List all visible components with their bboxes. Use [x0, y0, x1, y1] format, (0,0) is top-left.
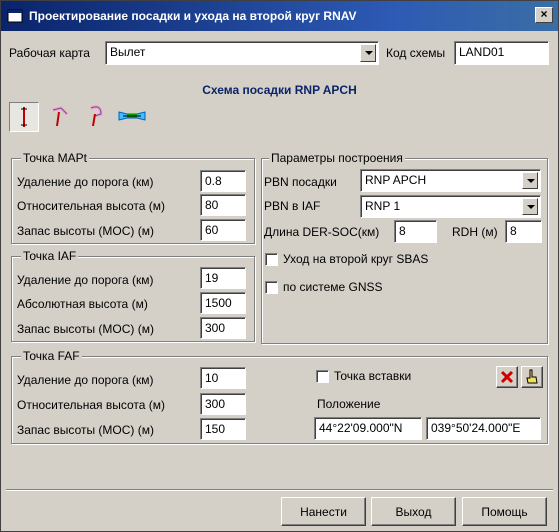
insert-point-checkbox[interactable]	[316, 370, 329, 383]
turn-approach-icon	[90, 105, 103, 127]
turn-approach-button[interactable]	[81, 102, 111, 132]
title-bar: Проектирование посадки и ухода на второй…	[1, 1, 558, 31]
window-title: Проектирование посадки и ухода на второй…	[29, 9, 357, 23]
scheme-title: Схема посадки RNP APCH	[202, 83, 357, 97]
missed-approach-icon	[118, 111, 146, 121]
exit-button-label: Выход	[395, 505, 432, 519]
mapt-rel-height-input[interactable]: 80	[200, 194, 246, 216]
missed-approach-button[interactable]	[117, 102, 147, 132]
rdh-label: RDH (м)	[452, 225, 498, 239]
pbn-iaf-select[interactable]: RNP 1	[360, 195, 541, 218]
scheme-code-label: Код схемы	[386, 46, 446, 60]
faf-moc-label: Запас высоты (МОС) (м)	[17, 423, 154, 437]
apply-button[interactable]: Нанести	[281, 497, 366, 526]
straight-approach-icon	[21, 107, 27, 127]
iaf-group-title: Точка IAF	[21, 249, 79, 263]
curved-approach-button[interactable]	[45, 102, 75, 132]
mapt-group-title: Точка MAPt	[21, 151, 89, 165]
faf-moc-input[interactable]: 150	[200, 418, 246, 440]
iaf-abs-height-label: Абсолютная высота (м)	[17, 297, 148, 311]
params-group-title: Параметры построения	[269, 151, 405, 165]
work-map-value: Вылет	[110, 45, 146, 59]
work-map-select[interactable]: Вылет	[105, 41, 379, 65]
faf-rel-height-input[interactable]: 300	[200, 393, 246, 415]
app-icon	[7, 9, 23, 23]
mapt-moc-label: Запас высоты (МОС) (м)	[17, 224, 154, 238]
pbn-landing-select[interactable]: RNP APCH	[360, 169, 541, 192]
mapt-rel-height-label: Относительная высота (м)	[17, 199, 166, 213]
apply-button-label: Нанести	[300, 505, 347, 519]
der-soc-label: Длина DER-SOC(км)	[264, 225, 380, 239]
chevron-down-icon[interactable]	[522, 172, 538, 189]
iaf-abs-height-input[interactable]: 1500	[200, 292, 246, 314]
iaf-distance-label: Удаление до порога (км)	[17, 273, 154, 287]
iaf-moc-input[interactable]: 300	[200, 317, 246, 339]
footer-divider	[6, 489, 553, 491]
pbn-landing-value: RNP APCH	[365, 173, 427, 187]
straight-approach-button[interactable]	[9, 102, 39, 132]
faf-distance-label: Удаление до порога (км)	[17, 373, 154, 387]
exit-button[interactable]: Выход	[371, 497, 456, 526]
hand-pointer-icon	[526, 369, 538, 384]
sbas-label: Уход на второй круг SBAS	[283, 252, 429, 266]
sbas-checkbox[interactable]	[265, 253, 278, 266]
work-map-label: Рабочая карта	[9, 46, 90, 60]
close-button[interactable]: ×	[535, 7, 553, 23]
help-button-label: Помощь	[481, 505, 528, 519]
pbn-landing-label: PBN посадки	[264, 175, 337, 189]
chevron-down-icon[interactable]	[522, 198, 538, 215]
iaf-moc-label: Запас высоты (МОС) (м)	[17, 322, 154, 336]
faf-rel-height-label: Относительная высота (м)	[17, 398, 166, 412]
longitude-input[interactable]: 039°50'24.000"E	[426, 417, 541, 440]
curved-approach-icon	[52, 106, 69, 127]
insert-point-label: Точка вставки	[334, 369, 412, 383]
mapt-distance-label: Удаление до порога (км)	[17, 175, 154, 189]
pbn-iaf-label: PBN в IAF	[264, 199, 321, 213]
pick-point-button[interactable]	[521, 366, 543, 388]
gnss-label: по системе GNSS	[283, 280, 383, 294]
faf-distance-input[interactable]: 10	[200, 367, 246, 389]
delete-point-button[interactable]	[496, 366, 518, 388]
latitude-input[interactable]: 44°22'09.000"N	[314, 417, 422, 440]
pbn-iaf-value: RNP 1	[365, 199, 401, 213]
gnss-checkbox[interactable]	[265, 281, 278, 294]
mapt-distance-input[interactable]: 0.8	[200, 170, 246, 192]
der-soc-input[interactable]: 8	[394, 220, 437, 243]
help-button[interactable]: Помощь	[462, 497, 547, 526]
delete-point-icon	[500, 370, 514, 384]
chevron-down-icon[interactable]	[360, 44, 376, 62]
dialog-window: Проектирование посадки и ухода на второй…	[0, 0, 559, 532]
iaf-distance-input[interactable]: 19	[200, 267, 246, 289]
scheme-code-input[interactable]: LAND01	[454, 41, 549, 65]
rdh-input[interactable]: 8	[505, 220, 542, 243]
mapt-moc-input[interactable]: 60	[200, 219, 246, 241]
faf-group-title: Точка FAF	[21, 349, 82, 363]
position-label: Положение	[317, 397, 381, 411]
